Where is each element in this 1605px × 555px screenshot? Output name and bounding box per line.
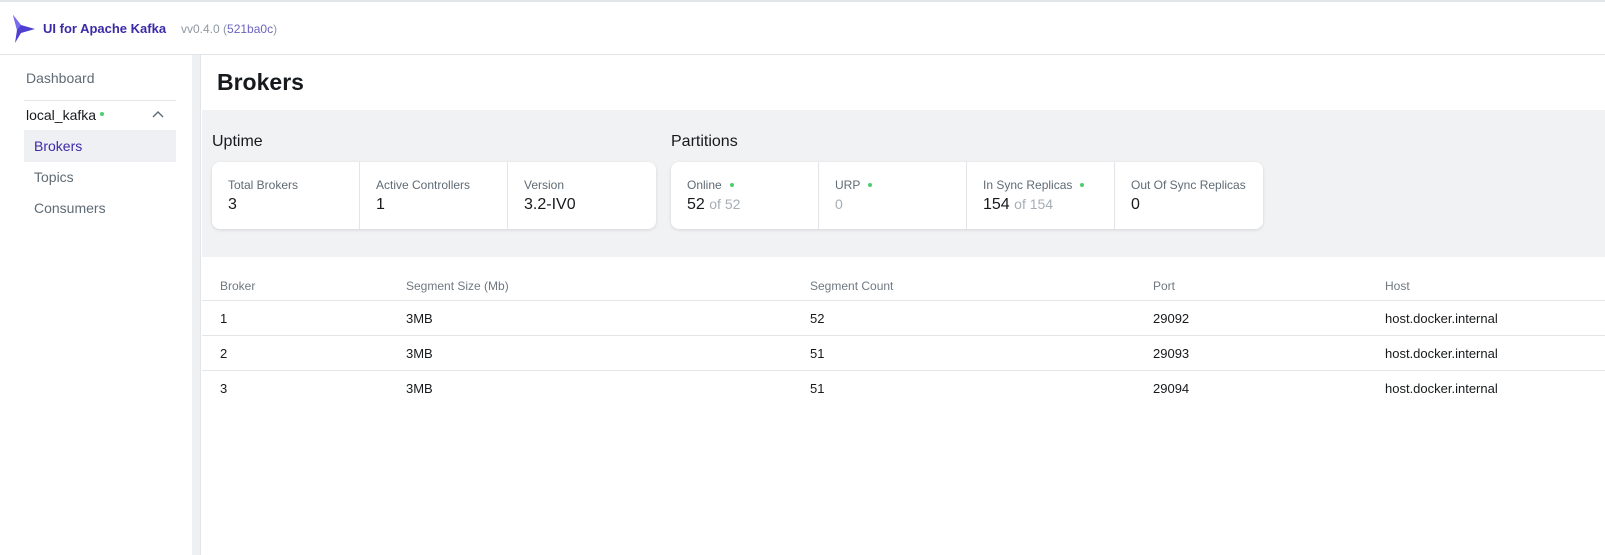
stat-label: Version: [524, 178, 565, 192]
column-header-host[interactable]: Host: [1385, 279, 1410, 293]
partitions-label: Partitions: [671, 133, 738, 150]
column-header-segment-size[interactable]: Segment Size (Mb): [406, 279, 509, 293]
stat-card-total-brokers: Total Brokers 3: [212, 162, 360, 229]
urp-status-dot: [868, 182, 873, 187]
nav-divider: [24, 100, 176, 101]
stat-value: 1: [376, 196, 385, 213]
chevron-up-icon[interactable]: [152, 110, 164, 120]
cluster-status-dot: [100, 111, 105, 116]
uptime-label: Uptime: [212, 133, 263, 150]
isr-status-dot: [1080, 182, 1085, 187]
cluster-name: local_kafka: [26, 107, 97, 123]
stat-value: 0: [835, 196, 843, 212]
cell-segment-size: 3MB: [406, 346, 433, 361]
sidebar-scrollbar[interactable]: [192, 55, 201, 555]
stat-label-text: Online: [687, 178, 722, 192]
table-row[interactable]: 1 3MB 52 29092 host.docker.internal: [202, 300, 1605, 335]
cell-broker[interactable]: 2: [220, 346, 227, 361]
stat-card-urp: URP 0: [819, 162, 967, 229]
stat-label-text: URP: [835, 178, 861, 192]
stat-label: In Sync Replicas: [983, 178, 1114, 192]
page-title: Brokers: [217, 69, 304, 95]
stat-label: URP: [835, 178, 966, 192]
cell-segment-size: 3MB: [406, 381, 433, 396]
stat-value-total: of 52: [709, 196, 741, 212]
stat-card-in-sync-replicas: In Sync Replicas 154 of 154: [967, 162, 1115, 229]
cell-port: 29092: [1153, 311, 1190, 326]
partitions-cards: Online 52 of 52 URP 0 In Sync Replicas 1…: [671, 162, 1263, 229]
stat-card-out-of-sync-replicas: Out Of Sync Replicas 0: [1115, 162, 1263, 229]
sidebar-item-topics[interactable]: Topics: [24, 161, 176, 193]
cluster-toggle[interactable]: local_kafka: [26, 107, 176, 127]
cell-host: host.docker.internal: [1385, 311, 1498, 326]
stat-value-number: 154: [983, 196, 1010, 213]
cell-segment-size: 3MB: [406, 311, 433, 326]
cell-host: host.docker.internal: [1385, 346, 1498, 361]
cell-port: 29093: [1153, 346, 1190, 361]
column-header-segment-count[interactable]: Segment Count: [810, 279, 893, 293]
main-content: Brokers Uptime Total Brokers 3 Active Co…: [202, 55, 1605, 555]
nav-dashboard[interactable]: Dashboard: [26, 70, 95, 86]
stat-value: 154 of 154: [983, 196, 1114, 214]
kafka-logo-icon[interactable]: [11, 14, 37, 44]
cell-broker[interactable]: 3: [220, 381, 227, 396]
version-label: vv0.4.0 (521ba0c): [181, 22, 277, 36]
stat-value: 52 of 52: [687, 196, 818, 214]
stat-value-number: 52: [687, 196, 705, 213]
table-row[interactable]: 2 3MB 51 29093 host.docker.internal: [202, 335, 1605, 370]
online-status-dot: [729, 182, 734, 187]
stat-card-version: Version 3.2-IV0: [508, 162, 656, 229]
column-header-broker[interactable]: Broker: [220, 279, 255, 293]
version-prefix: vv0.4.0 (: [181, 22, 228, 36]
stat-label: Online: [687, 178, 818, 192]
cell-segment-count: 52: [810, 311, 825, 326]
cell-broker[interactable]: 1: [220, 311, 227, 326]
cell-segment-count: 51: [810, 346, 825, 361]
stat-label: Out Of Sync Replicas: [1131, 178, 1246, 192]
app-title[interactable]: UI for Apache Kafka: [43, 21, 166, 36]
uptime-cards: Total Brokers 3 Active Controllers 1 Ver…: [212, 162, 656, 229]
stat-label: Active Controllers: [376, 178, 471, 192]
sidebar-item-brokers[interactable]: Brokers: [24, 130, 176, 162]
stat-card-active-controllers: Active Controllers 1: [360, 162, 508, 229]
stat-value: 0: [1131, 196, 1140, 213]
stat-value: 3.2-IV0: [524, 196, 576, 213]
stat-value: 3: [228, 196, 237, 213]
stat-label: Total Brokers: [228, 178, 299, 192]
cell-port: 29094: [1153, 381, 1190, 396]
stat-card-online: Online 52 of 52: [671, 162, 819, 229]
sidebar-item-consumers[interactable]: Consumers: [24, 192, 176, 224]
version-suffix: ): [273, 22, 278, 36]
stat-label-text: In Sync Replicas: [983, 178, 1073, 192]
column-header-port[interactable]: Port: [1153, 279, 1175, 293]
cell-segment-count: 51: [810, 381, 825, 396]
top-bar: UI for Apache Kafka vv0.4.0 (521ba0c): [0, 0, 1605, 55]
stat-value-total: of 154: [1014, 196, 1054, 212]
cell-host: host.docker.internal: [1385, 381, 1498, 396]
table-row[interactable]: 3 3MB 51 29094 host.docker.internal: [202, 370, 1605, 405]
commit-link[interactable]: 521ba0c: [227, 22, 273, 36]
